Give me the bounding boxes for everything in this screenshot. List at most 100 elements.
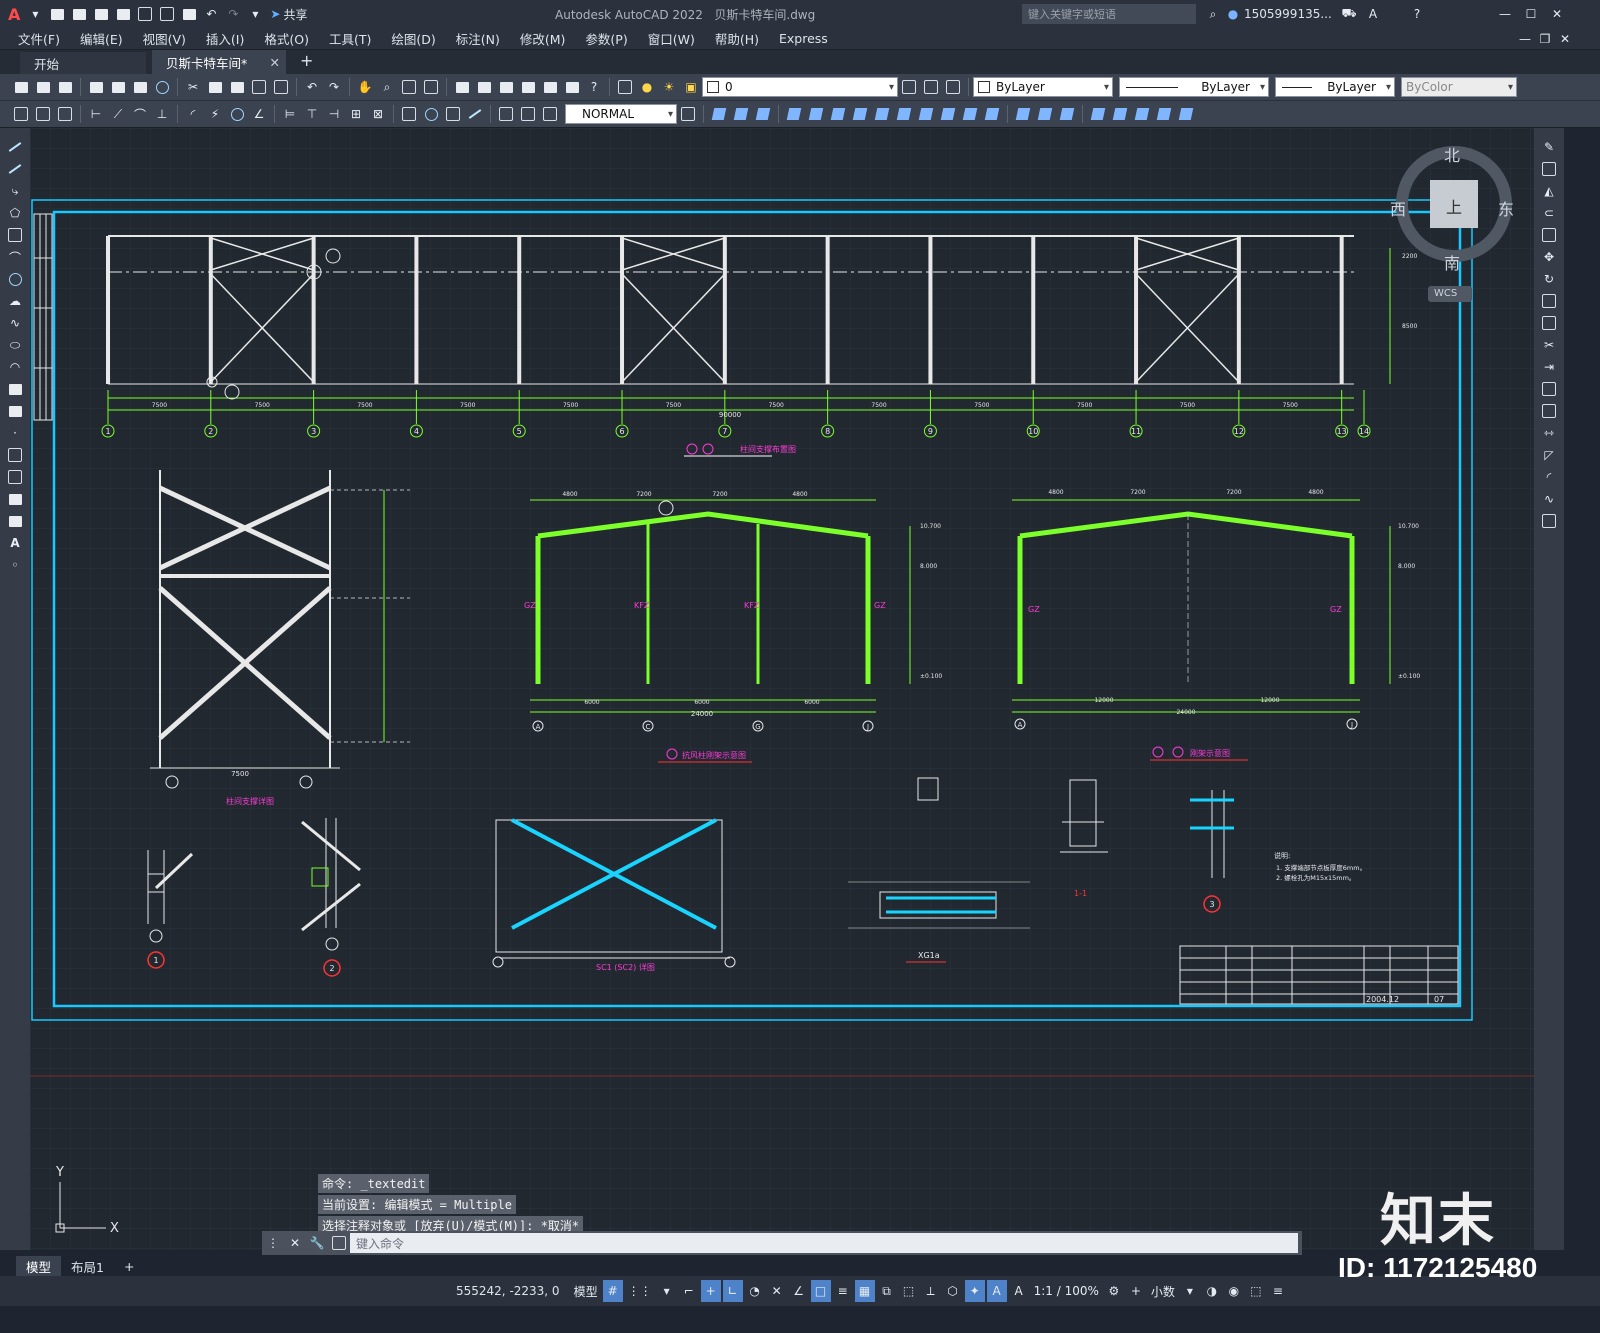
menu-view[interactable]: 视图(V) <box>139 29 190 48</box>
coordinates-readout[interactable]: 555242, -2233, 0 <box>456 1284 560 1298</box>
menu-edit[interactable]: 编辑(E) <box>76 29 127 48</box>
make-current-icon[interactable] <box>900 78 918 96</box>
tolerance-icon[interactable] <box>400 105 418 123</box>
mtext-icon[interactable]: A <box>6 534 24 552</box>
inspect-icon[interactable] <box>444 105 462 123</box>
menu-window[interactable]: 窗口(W) <box>644 29 699 48</box>
model-space-button[interactable]: 模型 <box>571 1280 601 1302</box>
qat-customize-icon[interactable]: ▾ <box>246 5 264 23</box>
units-button[interactable]: 小数 <box>1148 1280 1178 1302</box>
menu-modify[interactable]: 修改(M) <box>516 29 570 48</box>
scale-icon[interactable] <box>1540 292 1558 310</box>
isolate-objects-icon[interactable]: ◉ <box>1224 1280 1244 1302</box>
3d-slice-icon[interactable] <box>961 105 979 123</box>
command-close-icon[interactable]: ✕ <box>286 1234 304 1252</box>
3d-extrude-icon[interactable] <box>785 105 803 123</box>
tab-model[interactable]: 模型 <box>16 1256 62 1276</box>
linetype-dropdown[interactable]: ByLayer <box>1119 77 1269 97</box>
annotation-monitor-icon[interactable]: + <box>1126 1280 1146 1302</box>
new-icon[interactable] <box>48 5 66 23</box>
toolbar-icon-b[interactable] <box>34 105 52 123</box>
gradient-icon[interactable] <box>6 468 24 486</box>
table-icon[interactable] <box>6 512 24 530</box>
cad-drawing-svg[interactable]: 1 7500 2 7500 3 7500 4 7500 5 7500 6 7500 7 7500 8 7500… <box>30 128 1534 1250</box>
redo-icon[interactable]: ↷ <box>224 5 242 23</box>
region-icon[interactable] <box>6 490 24 508</box>
lineweight-dropdown[interactable]: ByLayer <box>1275 77 1395 97</box>
block-editor-icon[interactable] <box>272 78 290 96</box>
menu-insert[interactable]: 插入(I) <box>202 29 248 48</box>
undo-icon[interactable]: ↶ <box>303 78 321 96</box>
calculator-icon[interactable] <box>563 78 581 96</box>
layer-sun-icon[interactable]: ☀ <box>660 78 678 96</box>
annotation-visibility-icon[interactable]: A <box>986 1280 1007 1302</box>
ucs-view-icon[interactable] <box>1155 105 1173 123</box>
point-icon[interactable]: · <box>6 424 24 442</box>
tab-close-icon[interactable]: ✕ <box>270 55 280 70</box>
viewcube-top[interactable]: 上 <box>1446 194 1462 218</box>
qnew-icon[interactable] <box>12 78 30 96</box>
menu-dimension[interactable]: 标注(N) <box>452 29 504 48</box>
sheetset-icon[interactable] <box>519 78 537 96</box>
dim-angular-icon[interactable]: ∠ <box>250 105 268 123</box>
snap-dropdown-icon[interactable]: ▾ <box>657 1280 677 1302</box>
center-mark-icon[interactable] <box>422 105 440 123</box>
jogged-linear-icon[interactable] <box>466 105 484 123</box>
circle-icon[interactable] <box>6 270 24 288</box>
close-icon[interactable]: ✕ <box>1548 5 1566 23</box>
ucs-icon[interactable] <box>1089 105 1107 123</box>
lineweight-icon[interactable]: ≡ <box>833 1280 853 1302</box>
publish-icon[interactable] <box>131 78 149 96</box>
autocad-logo[interactable]: A <box>8 5 20 24</box>
command-input[interactable]: 键入命令 <box>350 1233 1298 1253</box>
customization-icon[interactable]: ≡ <box>1268 1280 1288 1302</box>
dim-aligned-icon[interactable]: ⟋ <box>109 105 127 123</box>
command-grip-icon[interactable]: ⋮ <box>264 1234 282 1252</box>
menu-format[interactable]: 格式(O) <box>260 29 313 48</box>
3d-presspull-icon[interactable] <box>807 105 825 123</box>
maximize-icon[interactable]: ☐ <box>1522 5 1540 23</box>
menu-draw[interactable]: 绘图(D) <box>387 29 439 48</box>
join-icon[interactable]: ⇿ <box>1540 424 1558 442</box>
viewcube-east[interactable]: 东 <box>1498 196 1514 220</box>
cut-icon[interactable]: ✂ <box>184 78 202 96</box>
menu-parametric[interactable]: 参数(P) <box>581 29 631 48</box>
copy-icon[interactable] <box>206 78 224 96</box>
render-icon[interactable] <box>1036 105 1054 123</box>
add-selected-icon[interactable]: ◦ <box>6 556 24 574</box>
paste-icon[interactable] <box>228 78 246 96</box>
ucs-origin-icon[interactable] <box>1177 105 1195 123</box>
ellipse-icon[interactable]: ⬭ <box>6 336 24 354</box>
hatch-icon[interactable] <box>6 446 24 464</box>
open-icon[interactable] <box>70 5 88 23</box>
dim-arc-icon[interactable]: ⌒ <box>131 105 149 123</box>
layer-lock-icon[interactable]: ▣ <box>682 78 700 96</box>
dynamic-input-icon[interactable]: + <box>700 1280 721 1302</box>
3d-cone-icon[interactable] <box>754 105 772 123</box>
layer-state-icon[interactable] <box>944 78 962 96</box>
3d-wedge-icon[interactable] <box>732 105 750 123</box>
insert-block-icon[interactable] <box>6 380 24 398</box>
3d-osnap-icon[interactable]: ⬚ <box>899 1280 919 1302</box>
ellipse-arc-icon[interactable]: ◠ <box>6 358 24 376</box>
gizmo-icon[interactable]: ✦ <box>964 1280 985 1302</box>
doc-minimize-icon[interactable]: — <box>1516 30 1534 48</box>
revcloud-icon[interactable]: ☁ <box>6 292 24 310</box>
transparency-icon[interactable]: ▦ <box>854 1280 875 1302</box>
zoom-realtime-icon[interactable]: ⌕ <box>378 78 396 96</box>
dynamic-ucs-icon[interactable]: ⟂ <box>921 1280 941 1302</box>
saveas-icon[interactable] <box>114 5 132 23</box>
trim-icon[interactable]: ✂ <box>1540 336 1558 354</box>
viewcube-north[interactable]: 北 <box>1444 142 1460 166</box>
3d-box-icon[interactable] <box>710 105 728 123</box>
doc-restore-icon[interactable]: ❐ <box>1536 30 1554 48</box>
3d-union-icon[interactable] <box>895 105 913 123</box>
ucs-object-icon[interactable] <box>1133 105 1151 123</box>
selection-filter-icon[interactable]: ⬡ <box>943 1280 963 1302</box>
ucs-world-icon[interactable] <box>1111 105 1129 123</box>
save-icon[interactable] <box>92 5 110 23</box>
dim-quick-icon[interactable]: ⊨ <box>281 105 299 123</box>
toolbar-icon-c[interactable] <box>56 105 74 123</box>
polygon-icon[interactable]: ⬠ <box>6 204 24 222</box>
copy-object-icon[interactable] <box>1540 160 1558 178</box>
